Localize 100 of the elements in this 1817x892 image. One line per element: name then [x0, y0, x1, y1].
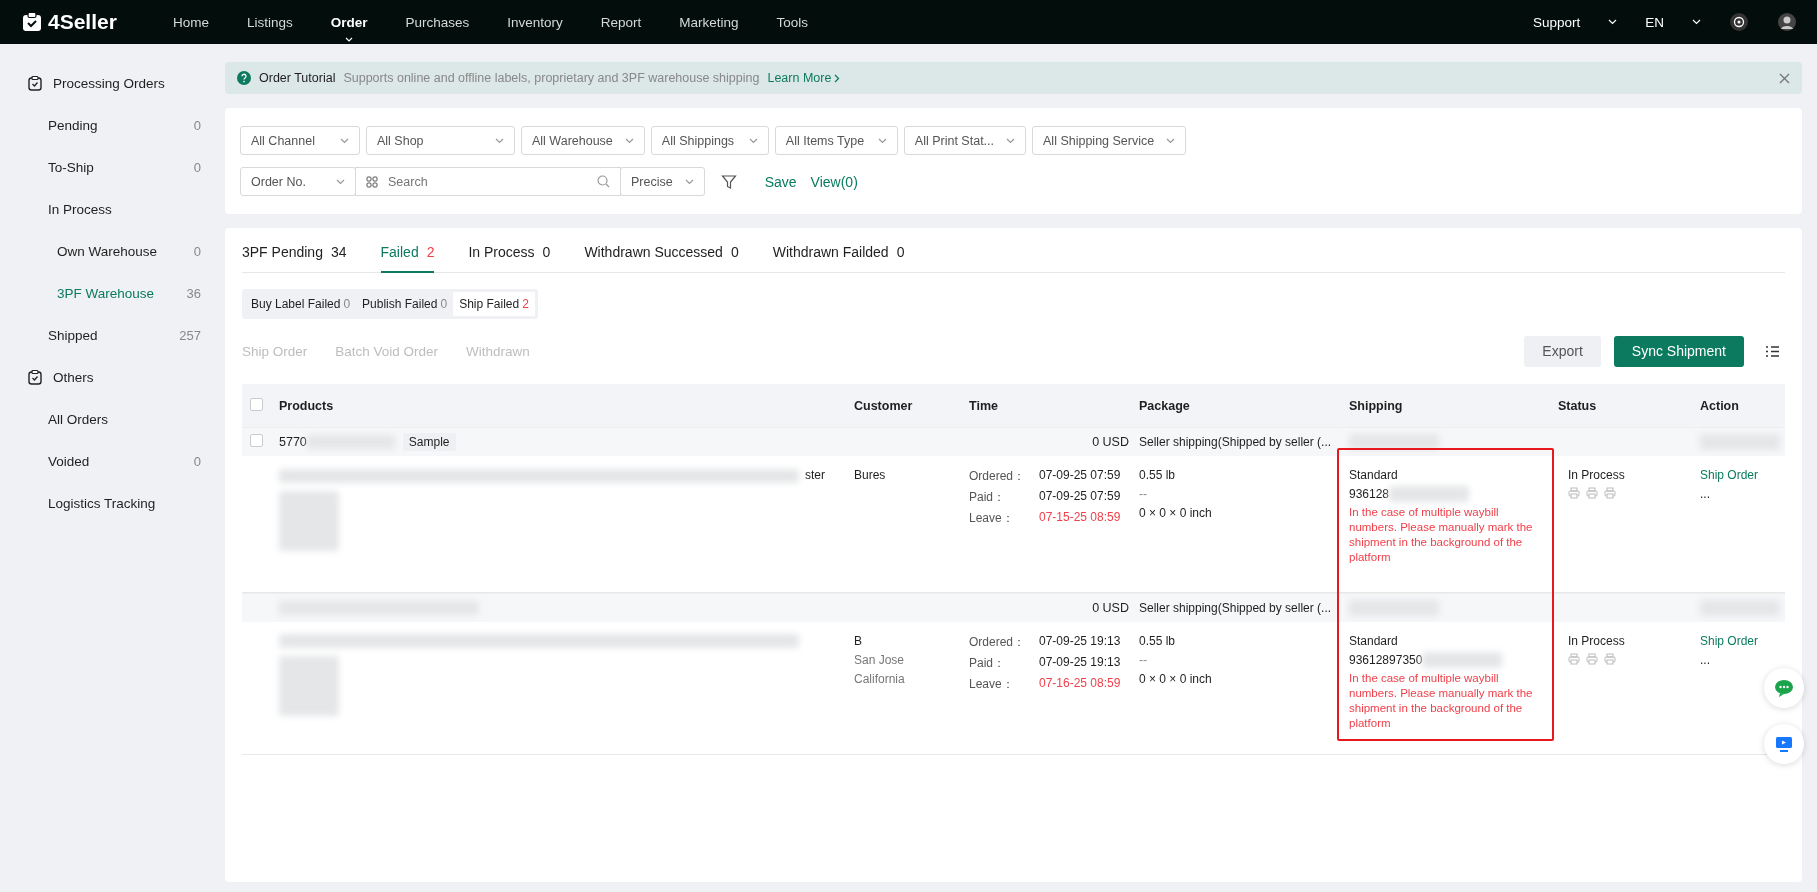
- checkbox[interactable]: [250, 397, 263, 411]
- export-button[interactable]: Export: [1524, 335, 1601, 367]
- time-value: 07-09-25 19:13: [1039, 634, 1121, 650]
- package-text: 0.55 lb: [1139, 634, 1177, 649]
- nav-item[interactable]: Purchases: [405, 14, 470, 30]
- chevron-right-icon: [834, 73, 841, 83]
- printer-icon[interactable]: [1568, 653, 1580, 665]
- customer-text: California: [854, 672, 906, 687]
- sidebar-item[interactable]: In Process: [27, 188, 225, 230]
- search-icon[interactable]: [597, 175, 610, 188]
- sidebar-item[interactable]: Logistics Tracking: [27, 482, 225, 524]
- sidebar-item[interactable]: 3PF Warehouse 36: [27, 272, 225, 314]
- printer-icon[interactable]: [1586, 487, 1598, 499]
- error-message: In the case of multiple waybill numbers. Please manually mark the shipment in the background of the platform: [1349, 505, 1534, 565]
- text-button[interactable]: View(0): [810, 173, 858, 190]
- sidebar-item[interactable]: Voided 0: [27, 440, 225, 482]
- sync-shipment-button[interactable]: Sync Shipment: [1613, 335, 1744, 367]
- list-settings-icon[interactable]: [1766, 345, 1779, 357]
- chevron-down-icon: [1166, 137, 1176, 144]
- search-type-dropdown[interactable]: Order No.: [240, 167, 356, 196]
- nav-item[interactable]: Home: [172, 14, 209, 30]
- chevron-down-icon: [340, 137, 349, 144]
- nav-item[interactable]: Listings: [246, 14, 293, 30]
- nav-item[interactable]: Report: [600, 14, 642, 30]
- printer-icon[interactable]: [1604, 487, 1616, 499]
- printer-icon[interactable]: [1604, 653, 1616, 665]
- ship-order-link[interactable]: Ship Order: [1700, 634, 1784, 649]
- sub-tab[interactable]: Publish Failed 0: [356, 292, 454, 316]
- more-link[interactable]: ...: [1700, 487, 1784, 502]
- sub-tab[interactable]: Buy Label Failed 0: [245, 292, 357, 316]
- filter-dropdown[interactable]: All Items Type: [774, 126, 898, 155]
- sub-tab[interactable]: Ship Failed 2: [453, 292, 535, 316]
- nav-item[interactable]: Tools: [776, 14, 809, 30]
- time-label: Paid：: [969, 655, 1007, 672]
- learn-more-link[interactable]: Learn More: [767, 71, 841, 85]
- item-count: 0: [193, 243, 201, 259]
- column-header: Status: [1558, 398, 1598, 413]
- match-dropdown[interactable]: Precise: [620, 167, 705, 196]
- tracking-number: 936128: [1349, 486, 1390, 502]
- section-title: Others: [53, 369, 94, 385]
- column-header: Products: [279, 398, 335, 413]
- sidebar-item[interactable]: Pending 0: [27, 104, 225, 146]
- sidebar-item[interactable]: Shipped 257: [27, 314, 225, 356]
- order-number: 5770: [279, 435, 307, 449]
- time-label: Ordered：: [969, 634, 1027, 651]
- scan-icon: [366, 175, 378, 188]
- language-menu[interactable]: EN: [1645, 14, 1664, 30]
- filter-dropdown[interactable]: All Shippings: [650, 126, 769, 155]
- package-text: 0.55 lb: [1139, 468, 1177, 483]
- checkbox[interactable]: [250, 434, 263, 447]
- sidebar-item[interactable]: All Orders: [27, 398, 225, 440]
- screen-share-button[interactable]: [1764, 724, 1804, 764]
- carrier-name: Standard: [1349, 634, 1399, 649]
- time-value: 07-09-25 07:59: [1039, 489, 1121, 505]
- ship-order-link[interactable]: Ship Order: [1700, 468, 1784, 483]
- nav-item[interactable]: Order: [330, 14, 368, 30]
- customer-text: Bures: [854, 468, 887, 483]
- column-header: Shipping: [1349, 398, 1404, 413]
- chevron-down-icon: [336, 178, 345, 185]
- status-tab[interactable]: In Process 0: [468, 234, 551, 273]
- redacted-block: [279, 656, 339, 716]
- printer-icon[interactable]: [1568, 487, 1580, 499]
- nav-item[interactable]: Marketing: [679, 14, 739, 30]
- status-tab[interactable]: Failed 2: [380, 234, 435, 273]
- text-button[interactable]: Save: [764, 173, 797, 190]
- chevron-down-icon: [748, 137, 758, 144]
- status-tab[interactable]: 3PF Pending 34: [242, 234, 347, 273]
- time-value: 07-09-25 07:59: [1039, 468, 1121, 484]
- filter-dropdown[interactable]: All Print Stat...: [903, 126, 1027, 155]
- avatar-icon[interactable]: [1777, 12, 1797, 32]
- tracking-number: 93612897350: [1349, 652, 1423, 668]
- column-header: Action: [1700, 398, 1740, 413]
- filter-icon[interactable]: [720, 173, 737, 190]
- chevron-down-icon: [1692, 19, 1701, 25]
- status-tab[interactable]: Withdrawn Failded 0: [772, 234, 905, 273]
- column-header: Package: [1139, 398, 1191, 413]
- item-count: 0: [193, 453, 201, 469]
- printer-icon[interactable]: [1586, 653, 1598, 665]
- error-message: In the case of multiple waybill numbers. Please manually mark the shipment in the background of the platform: [1349, 671, 1534, 731]
- redacted-block: [279, 491, 339, 551]
- filter-dropdown[interactable]: All Warehouse: [521, 126, 645, 155]
- time-value: 07-15-25 08:59: [1039, 510, 1121, 526]
- more-link[interactable]: ...: [1700, 653, 1784, 668]
- settings-icon[interactable]: [1729, 12, 1749, 32]
- status-tab[interactable]: Withdrawn Successed 0: [584, 234, 739, 273]
- chat-button[interactable]: [1764, 668, 1804, 708]
- close-icon[interactable]: [1779, 72, 1790, 84]
- item-count: 257: [179, 327, 201, 343]
- shipping-method: Seller shipping(Shipped by seller (...: [1139, 601, 1333, 615]
- support-menu[interactable]: Support: [1532, 14, 1581, 30]
- sidebar-item[interactable]: Own Warehouse 0: [27, 230, 225, 272]
- filter-dropdown[interactable]: All Shop: [366, 126, 515, 155]
- search-box[interactable]: Search: [355, 167, 621, 196]
- logo-text: 4Seller: [48, 10, 117, 34]
- filter-dropdown[interactable]: All Shipping Service: [1032, 126, 1187, 155]
- sidebar-item[interactable]: To-Ship 0: [27, 146, 225, 188]
- filter-dropdown[interactable]: All Channel: [240, 126, 360, 155]
- nav-item[interactable]: Inventory: [507, 14, 563, 30]
- shipping-method: Seller shipping(Shipped by seller (...: [1139, 435, 1333, 449]
- chevron-down-icon: [495, 137, 504, 144]
